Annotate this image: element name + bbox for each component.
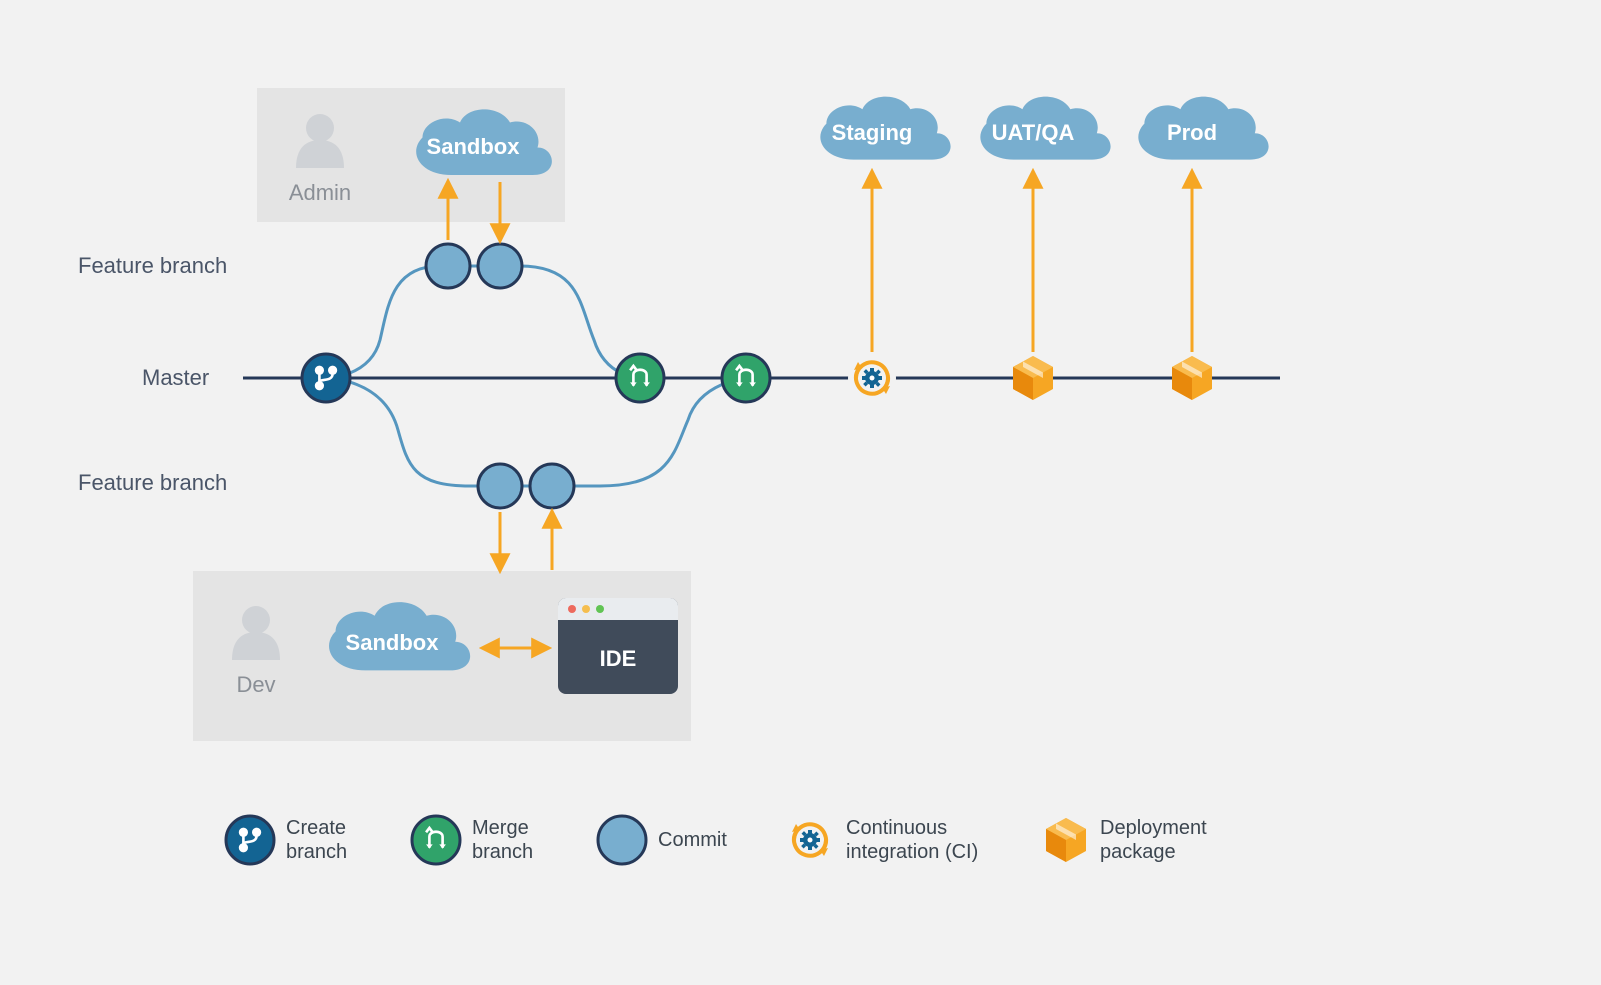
commit-node-bottom-2	[530, 464, 574, 508]
label-feature-branch-top: Feature branch	[78, 253, 227, 278]
legend-package-l1: Deployment	[1100, 817, 1207, 839]
cloud-uatqa-label: UAT/QA	[992, 120, 1075, 145]
merge-node-2	[722, 354, 770, 402]
legend-merge-branch-icon	[412, 816, 460, 864]
legend-commit-icon	[598, 816, 646, 864]
commit-node-bottom-1	[478, 464, 522, 508]
legend-commit: Commit	[658, 829, 727, 851]
admin-role-label: Admin	[289, 180, 351, 205]
label-feature-branch-bottom: Feature branch	[78, 470, 227, 495]
cloud-sandbox-dev-label: Sandbox	[346, 630, 440, 655]
ci-node	[848, 354, 896, 402]
dev-role-label: Dev	[236, 672, 275, 697]
legend-merge-branch-l2: branch	[472, 841, 533, 863]
commit-node-top-2	[478, 244, 522, 288]
label-master: Master	[142, 365, 209, 390]
merge-node-1	[616, 354, 664, 402]
ide-label: IDE	[600, 646, 637, 671]
create-branch-node	[302, 354, 350, 402]
legend-merge-branch-l1: Merge	[472, 817, 529, 839]
cloud-sandbox-admin-label: Sandbox	[427, 134, 521, 159]
commit-node-top-1	[426, 244, 470, 288]
legend-create-branch-l2: branch	[286, 841, 347, 863]
cloud-staging-label: Staging	[832, 120, 913, 145]
legend-create-branch-l1: Create	[286, 817, 346, 839]
cloud-prod-label: Prod	[1167, 120, 1217, 145]
legend-package-l2: package	[1100, 841, 1176, 863]
legend-ci-l1: Continuous	[846, 817, 947, 839]
legend-ci-l2: integration (CI)	[846, 841, 978, 863]
legend-create-branch-icon	[226, 816, 274, 864]
